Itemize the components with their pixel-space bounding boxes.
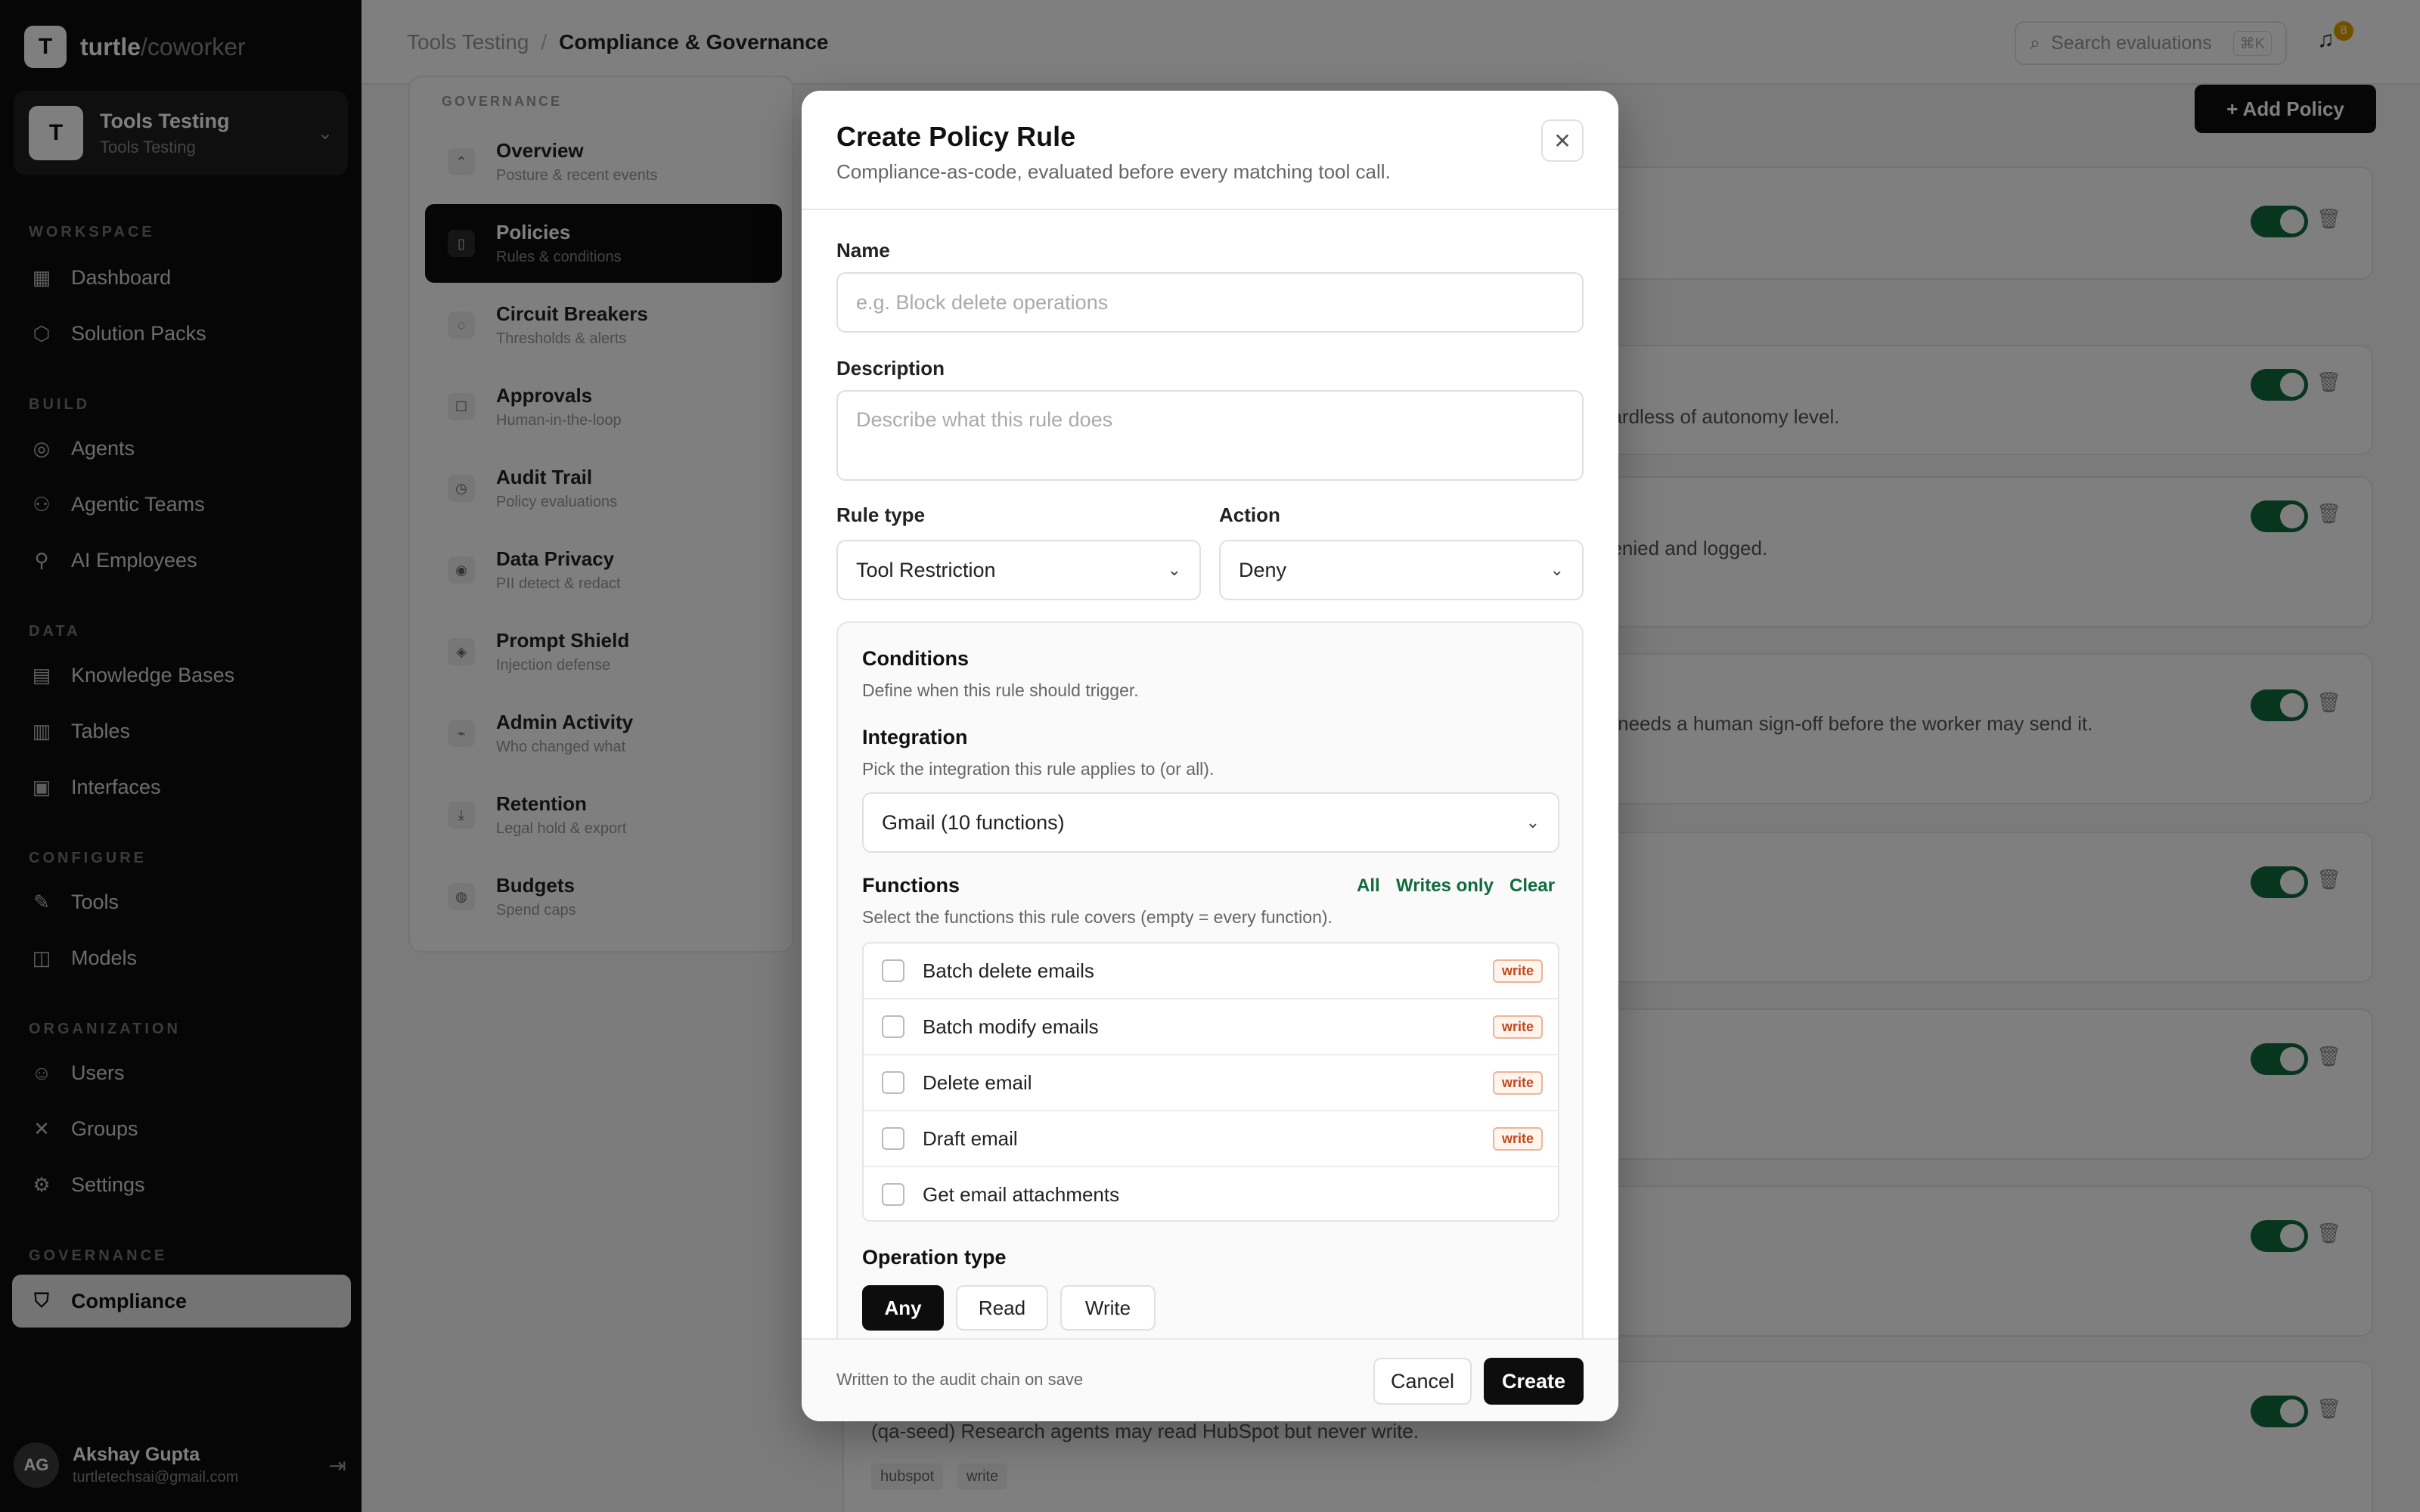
action-value: Deny xyxy=(1239,558,1287,581)
function-label: Get email attachments xyxy=(923,1182,1120,1206)
modal-subtitle: Compliance-as-code, evaluated before eve… xyxy=(836,160,1391,183)
integration-label: Integration xyxy=(862,726,968,748)
integration-value: Gmail (10 functions) xyxy=(882,810,1065,834)
integration-desc: Pick the integration this rule applies t… xyxy=(862,759,1215,779)
checkbox[interactable] xyxy=(882,1071,904,1094)
description-label: Description xyxy=(836,357,945,380)
operation-type-label: Operation type xyxy=(862,1246,1007,1269)
write-badge: write xyxy=(1492,959,1543,983)
write-badge: write xyxy=(1492,1070,1543,1095)
functions-clear-link[interactable]: Clear xyxy=(1509,875,1555,897)
functions-writes-only-link[interactable]: Writes only xyxy=(1396,875,1494,897)
rule-type-select[interactable]: Tool Restriction ⌄ xyxy=(836,540,1201,600)
cancel-button[interactable]: Cancel xyxy=(1373,1358,1472,1405)
create-policy-modal: Create Policy Rule Compliance-as-code, e… xyxy=(802,91,1618,1421)
list-item[interactable]: Draft email write xyxy=(864,1111,1558,1167)
list-item[interactable]: Batch delete emails write xyxy=(864,943,1558,999)
list-item[interactable]: Delete email write xyxy=(864,1055,1558,1111)
checkbox[interactable] xyxy=(882,1015,904,1038)
modal-footer: Written to the audit chain on save Cance… xyxy=(802,1338,1618,1421)
functions-list: Batch delete emails write Batch modify e… xyxy=(862,942,1559,1222)
operation-any-button[interactable]: Any xyxy=(862,1285,944,1331)
integration-select[interactable]: Gmail (10 functions) ⌄ xyxy=(862,792,1559,853)
list-item[interactable]: Batch modify emails write xyxy=(864,999,1558,1055)
rule-type-value: Tool Restriction xyxy=(856,558,996,581)
close-icon[interactable]: ✕ xyxy=(1541,119,1584,162)
chevron-down-icon: ⌄ xyxy=(1167,560,1181,579)
function-label: Batch delete emails xyxy=(923,959,1094,982)
modal-title: Create Policy Rule xyxy=(836,121,1076,152)
name-field[interactable] xyxy=(836,272,1584,333)
list-item[interactable]: Get email attachments xyxy=(864,1167,1558,1220)
rule-type-label: Rule type xyxy=(836,503,926,526)
name-label: Name xyxy=(836,239,890,262)
operation-read-button[interactable]: Read xyxy=(956,1285,1048,1331)
functions-select-all-link[interactable]: All xyxy=(1357,875,1380,897)
function-label: Draft email xyxy=(923,1126,1018,1150)
checkbox[interactable] xyxy=(882,1127,904,1150)
functions-label: Functions xyxy=(862,874,960,897)
conditions-desc: Define when this rule should trigger. xyxy=(862,680,1139,700)
audit-note: Written to the audit chain on save xyxy=(836,1370,1084,1389)
checkbox[interactable] xyxy=(882,959,904,982)
function-label: Delete email xyxy=(923,1070,1032,1094)
description-field[interactable] xyxy=(836,390,1584,481)
action-label: Action xyxy=(1219,503,1280,526)
create-button[interactable]: Create xyxy=(1484,1358,1584,1405)
divider xyxy=(802,209,1618,210)
write-badge: write xyxy=(1492,1126,1543,1151)
action-select[interactable]: Deny ⌄ xyxy=(1219,540,1584,600)
write-badge: write xyxy=(1492,1015,1543,1039)
conditions-title: Conditions xyxy=(862,647,969,670)
checkbox[interactable] xyxy=(882,1183,904,1206)
chevron-down-icon: ⌄ xyxy=(1525,813,1540,832)
function-label: Batch modify emails xyxy=(923,1015,1099,1038)
chevron-down-icon: ⌄ xyxy=(1550,560,1564,579)
conditions-panel: Conditions Define when this rule should … xyxy=(836,621,1584,1421)
functions-desc: Select the functions this rule covers (e… xyxy=(862,907,1333,927)
operation-write-button[interactable]: Write xyxy=(1060,1285,1156,1331)
